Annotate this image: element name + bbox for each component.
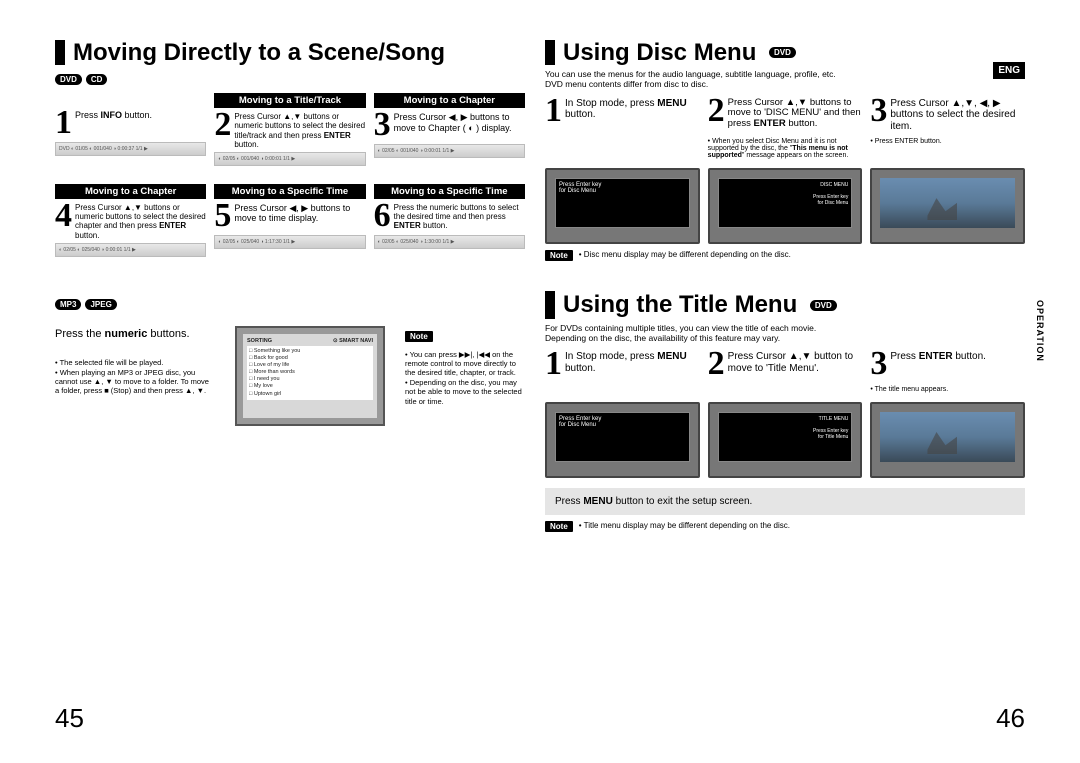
step-header: Moving to a Specific Time — [214, 184, 365, 199]
disc-menu-sub: You can use the menus for the audio lang… — [545, 69, 1025, 89]
info-strip: DVD ◐ 01/05 ◐ 001/040 ◑ 0:00:37 1/1 ▶ — [55, 142, 206, 156]
disc-step-2: 2 Press Cursor ▲,▼ buttons to move to 'D… — [708, 96, 863, 133]
step-header: Moving to a Specific Time — [374, 184, 525, 199]
title-note-text: • Title menu display may be different de… — [579, 521, 790, 531]
step-num: 3 — [374, 110, 391, 141]
info-strip: ◐ 02/05 ◐ 001/040 ◑ 0:00:01 1/1 ▶ — [374, 144, 525, 158]
step-text: Press Cursor ▲,▼ buttons to move to 'DIS… — [728, 96, 863, 131]
step-text: Press ENTER button. — [890, 349, 986, 363]
disc-step-3: 3 Press Cursor ▲,▼, ◀, ▶ buttons to sele… — [870, 96, 1025, 133]
step-text: In Stop mode, press MENU button. — [565, 349, 700, 374]
disc-bullet-row: • When you select Disc Menu and it is no… — [545, 138, 1025, 159]
step-1: 1 Press INFO button. DVD ◐ 01/05 ◐ 001/0… — [55, 93, 206, 166]
section-title-title-menu: Using the Title Menu DVD — [545, 291, 1025, 319]
step-3: Moving to a Chapter 3 Press Cursor ◀, ▶ … — [374, 93, 525, 166]
step-text: Press the numeric buttons to select the … — [394, 201, 525, 231]
info-strip: ◐ 02/05 ◐ 025/040 ◑ 1:30:00 1/1 ▶ — [374, 235, 525, 249]
step-num: 2 — [214, 110, 231, 141]
step-text: Press Cursor ◀, ▶ buttons to move to Cha… — [394, 110, 525, 133]
note-label: Note — [405, 331, 433, 342]
page-number-right: 46 — [996, 703, 1025, 734]
disc-step-row: 1 In Stop mode, press MENU button. 2 Pre… — [545, 96, 1025, 133]
page-46: ENG Using Disc Menu DVD You can use the … — [545, 40, 1025, 740]
title-preview-row: Press Enter keyfor Disc Menu TITLE MENUP… — [545, 399, 1025, 478]
operation-side-tab: OPERATION — [1035, 300, 1045, 362]
title-step-3: 3 Press ENTER button. — [870, 349, 1025, 380]
step-header: Moving to a Title/Track — [214, 93, 365, 108]
step-2: Moving to a Title/Track 2 Press Cursor ▲… — [214, 93, 365, 166]
step-num: 4 — [55, 201, 72, 232]
step-text: In Stop mode, press MENU button. — [565, 96, 700, 121]
tag-mp3: MP3 — [55, 299, 81, 310]
section-title-disc-menu: Using Disc Menu DVD — [545, 40, 1025, 65]
disc-preview-row: Press Enter keyfor Disc Menu DISC MENUPr… — [545, 165, 1025, 244]
step-row-1: 1 Press INFO button. DVD ◐ 01/05 ◐ 001/0… — [55, 93, 525, 166]
tag-jpeg: JPEG — [85, 299, 116, 310]
step-row-2: Moving to a Chapter 4 Press Cursor ▲,▼ b… — [55, 184, 525, 257]
info-strip: ◐ 02/05 ◐ 025/040 ◑ 0:00:01 1/1 ▶ — [55, 243, 206, 257]
step-text: Press Cursor ▲,▼ buttons or numeric butt… — [234, 110, 365, 149]
step-text: Press Cursor ▲,▼ buttons or numeric butt… — [75, 201, 206, 240]
note-label: Note — [545, 250, 573, 261]
step-num: 1 — [545, 349, 562, 380]
tv-preview-image — [870, 168, 1025, 244]
lang-badge: ENG — [993, 62, 1025, 79]
title-menu-title-text: Using the Title Menu — [563, 291, 797, 318]
info-strip: ◐ 02/05 ◐ 001/040 ◑ 0:00:01 1/1 ▶ — [214, 152, 365, 166]
step-num: 3 — [870, 349, 887, 380]
step-num: 5 — [214, 201, 231, 232]
step-num: 2 — [708, 96, 725, 127]
tag-dvd-inline-2: DVD — [810, 300, 837, 311]
note-bullets: • You can press ▶▶|, |◀◀ on the remote c… — [405, 350, 525, 406]
step-5: Moving to a Specific Time 5 Press Cursor… — [214, 184, 365, 257]
section-title-moving: Moving Directly to a Scene/Song — [55, 40, 525, 65]
disc-step-1: 1 In Stop mode, press MENU button. — [545, 96, 700, 133]
title-menu-sub: For DVDs containing multiple titles, you… — [545, 323, 1025, 343]
step-num: 1 — [55, 108, 72, 139]
step-text: Press Cursor ▲,▼ button to move to 'Titl… — [728, 349, 863, 374]
step-header: Moving to a Chapter — [55, 184, 206, 199]
step-num: 2 — [708, 349, 725, 380]
tv-preview: Press Enter keyfor Disc Menu — [545, 402, 700, 478]
title-bullet-3: • The title menu appears. — [870, 386, 1025, 393]
disc-note: Note • Disc menu display may be differen… — [545, 250, 1025, 261]
disc-note-text: • Disc menu display may be different dep… — [579, 250, 791, 260]
page-45: Moving Directly to a Scene/Song DVD CD 1… — [55, 40, 525, 740]
disc-type-tags: DVD CD — [55, 74, 107, 85]
info-strip: ◐ 02/05 ◐ 025/040 ◑ 1:17:30 1/1 ▶ — [214, 235, 365, 249]
tv-preview: TITLE MENUPress Enter keyfor Title Menu — [708, 402, 863, 478]
tag-cd: CD — [86, 74, 108, 85]
step-4: Moving to a Chapter 4 Press Cursor ▲,▼ b… — [55, 184, 206, 257]
title-bullet-row: • The title menu appears. — [545, 386, 1025, 393]
step-num: 1 — [545, 96, 562, 127]
tv-preview-image — [870, 402, 1025, 478]
tv-preview: Press Enter keyfor Disc Menu — [545, 168, 700, 244]
note-label: Note — [545, 521, 573, 532]
disc-bullet-3: • Press ENTER button. — [870, 138, 1025, 159]
step-num: 3 — [870, 96, 887, 127]
exit-instruction: Press MENU button to exit the setup scre… — [545, 488, 1025, 515]
tag-dvd-inline: DVD — [769, 47, 796, 58]
step-text: Press INFO button. — [75, 108, 152, 120]
title-step-row: 1 In Stop mode, press MENU button. 2 Pre… — [545, 349, 1025, 380]
title-step-1: 1 In Stop mode, press MENU button. — [545, 349, 700, 380]
step-header: Moving to a Chapter — [374, 93, 525, 108]
disc-menu-title-text: Using Disc Menu — [563, 39, 756, 66]
numeric-bullets: • The selected file will be played.• Whe… — [55, 358, 215, 396]
mp3-tags: MP3 JPEG — [55, 299, 117, 310]
disc-bullet-2: • When you select Disc Menu and it is no… — [708, 138, 863, 159]
page-number-left: 45 — [55, 703, 84, 734]
tv-preview: DISC MENUPress Enter keyfor Disc Menu — [708, 168, 863, 244]
step-text: Press Cursor ◀, ▶ buttons to move to tim… — [234, 201, 365, 224]
step-6: Moving to a Specific Time 6 Press the nu… — [374, 184, 525, 257]
title-step-2: 2 Press Cursor ▲,▼ button to move to 'Ti… — [708, 349, 863, 380]
title-note: Note • Title menu display may be differe… — [545, 521, 1025, 532]
tag-dvd: DVD — [55, 74, 82, 85]
step-text: Press Cursor ▲,▼, ◀, ▶ buttons to select… — [890, 96, 1025, 133]
mp3-file-list-preview: SORTING⊙ SMART NAVI □ Something like you… — [235, 326, 385, 426]
step-num: 6 — [374, 201, 391, 232]
press-numeric-text: Press the numeric buttons. — [55, 326, 215, 341]
